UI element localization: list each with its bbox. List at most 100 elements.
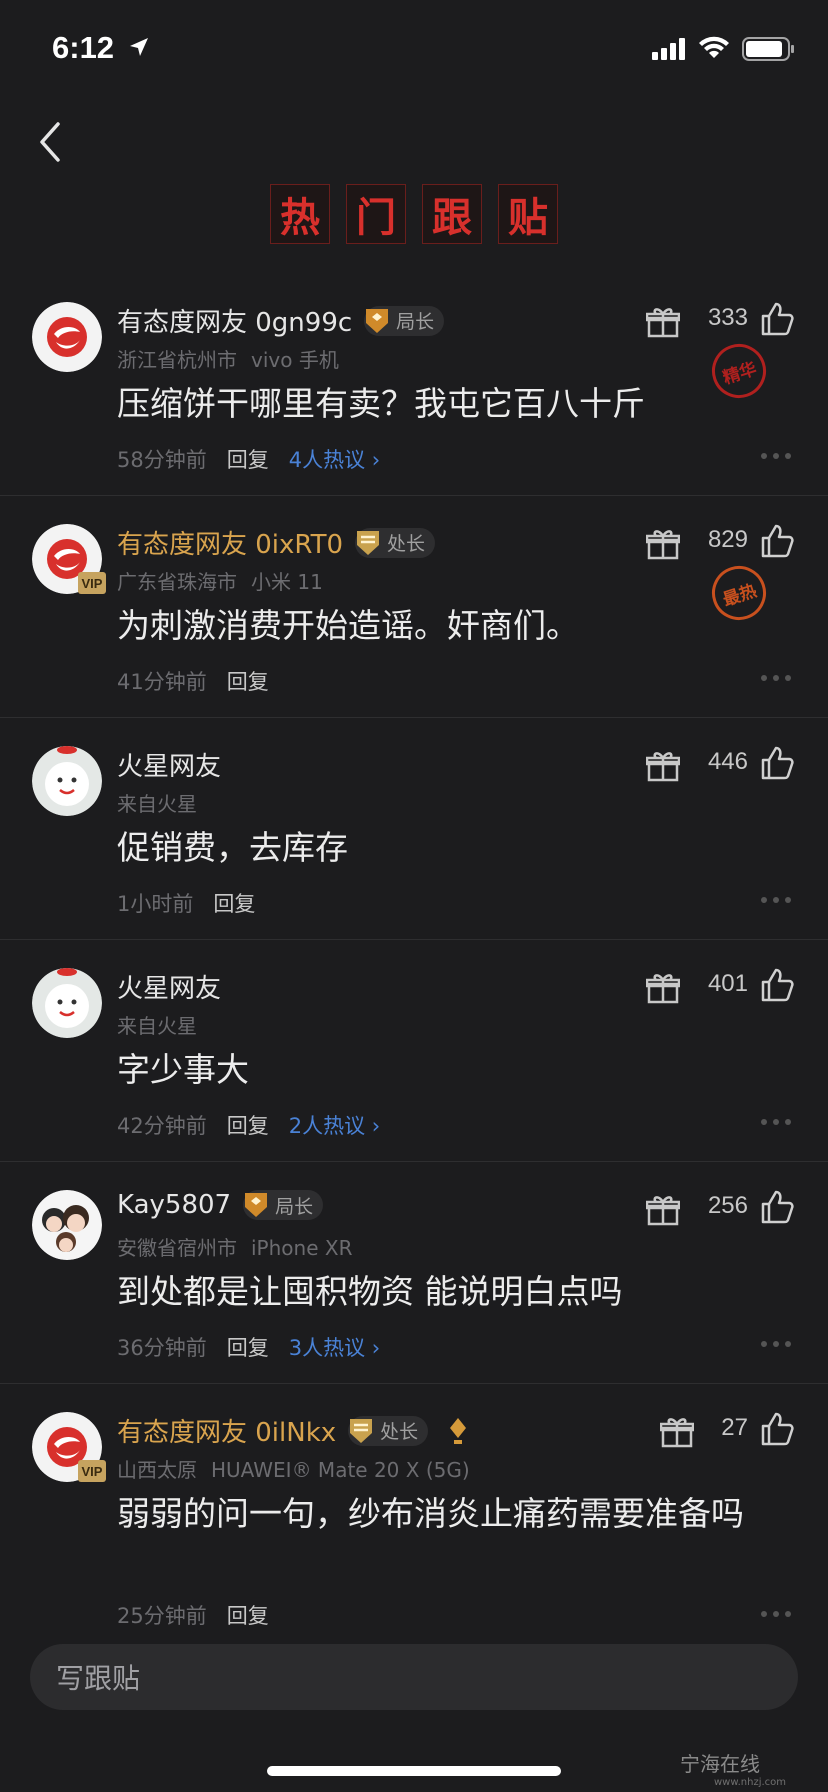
comment-footer: 58分钟前 回复 4人热议 ›: [117, 444, 380, 474]
comment-item: 火星网友 来自火星 促销费，去库存 1小时前 回复 446: [0, 746, 828, 940]
reply-button[interactable]: 回复: [227, 444, 269, 474]
username-text[interactable]: 有态度网友 0ilNkx: [117, 1412, 336, 1449]
page-title-char: 门: [346, 184, 406, 244]
comment-time: 42分钟前: [117, 1114, 207, 1138]
thumbs-up-icon[interactable]: [760, 1412, 794, 1446]
comment-time: 58分钟前: [117, 448, 207, 472]
avatar[interactable]: [32, 1190, 102, 1260]
like-count: 27: [721, 1414, 748, 1441]
comment-item: 火星网友 来自火星 字少事大 42分钟前 回复 2人热议 › 401: [0, 968, 828, 1162]
username-text[interactable]: 火星网友: [117, 968, 221, 1005]
comment-text: 为刺激消费开始造谣。奸商们。: [117, 606, 579, 645]
more-icon[interactable]: [760, 452, 792, 460]
comment-item: Kay5807 局长 安徽省宿州市 iPhone XR 到处都是让囤积物资 能说明…: [0, 1190, 828, 1384]
more-icon[interactable]: [760, 896, 792, 904]
reply-button[interactable]: 回复: [227, 1600, 269, 1630]
rank-label: 局长: [396, 311, 435, 333]
comment-meta: 来自火星: [117, 1010, 211, 1039]
thumbs-up-icon[interactable]: [760, 302, 794, 336]
comment-username[interactable]: 有态度网友 0gn99c 局长: [117, 302, 445, 339]
comment-input[interactable]: 写跟贴: [30, 1644, 798, 1710]
reply-button[interactable]: 回复: [213, 888, 255, 918]
vip-badge: VIP: [78, 1460, 106, 1482]
comment-time: 1小时前: [117, 892, 194, 916]
comment-device: HUAWEI® Mate 20 X (5G): [211, 1458, 470, 1482]
thumbs-up-icon[interactable]: [760, 746, 794, 780]
comment-username[interactable]: 火星网友: [117, 746, 221, 783]
like-count: 256: [707, 1192, 748, 1219]
thumbs-up-icon[interactable]: [760, 968, 794, 1002]
thumbs-up-icon[interactable]: [760, 1190, 794, 1224]
watermark-name: 宁海在线: [680, 1752, 760, 1776]
comment-footer: 1小时前 回复: [117, 888, 255, 918]
comment-time: 25分钟前: [117, 1604, 207, 1628]
comment-device: 小米 11: [251, 570, 323, 594]
rank-shield-icon: [350, 1418, 373, 1443]
comment-meta: 来自火星: [117, 788, 211, 817]
comment-meta: 山西太原 HUAWEI® Mate 20 X (5G): [117, 1454, 484, 1483]
avatar[interactable]: [32, 302, 102, 372]
comment-meta: 浙江省杭州市 vivo 手机: [117, 344, 353, 373]
username-text[interactable]: 有态度网友 0ixRT0: [117, 524, 343, 561]
rank-badge: 处长: [355, 527, 436, 558]
reply-button[interactable]: 回复: [227, 1332, 269, 1362]
comment-location: 来自火星: [117, 792, 197, 816]
more-icon[interactable]: [760, 674, 792, 682]
home-indicator[interactable]: [267, 1766, 561, 1776]
comment-device: vivo 手机: [251, 348, 339, 372]
rank-badge: 局长: [243, 1190, 324, 1220]
comment-username[interactable]: 有态度网友 0ilNkx 处长: [117, 1412, 470, 1449]
gift-icon[interactable]: [646, 528, 680, 560]
back-button[interactable]: [30, 116, 74, 168]
comment-meta: 安徽省宿州市 iPhone XR: [117, 1232, 366, 1261]
watermark: 宁海在线 www.nhzj.com: [680, 1748, 786, 1788]
page-title-char: 热: [270, 184, 330, 244]
gift-icon[interactable]: [646, 306, 680, 338]
rank-label: 局长: [275, 1195, 314, 1218]
watermark-url: www.nhzj.com: [714, 1777, 787, 1788]
page-title: 热 门 跟 贴: [0, 184, 828, 244]
gift-icon[interactable]: [646, 750, 680, 782]
battery-icon: [742, 37, 794, 61]
rank-badge: 处长: [348, 1415, 429, 1446]
hot-discussion-link[interactable]: 4人热议 ›: [289, 444, 380, 474]
avatar[interactable]: [32, 968, 102, 1038]
like-count: 829: [707, 526, 748, 553]
hot-discussion-link[interactable]: 2人热议 ›: [289, 1110, 380, 1140]
status-bar: 6:12: [0, 0, 828, 100]
page-title-char: 跟: [422, 184, 482, 244]
reply-button[interactable]: 回复: [227, 666, 269, 696]
comment-location: 广东省珠海市: [117, 570, 237, 594]
comment-location: 浙江省杭州市: [117, 348, 237, 372]
location-arrow-icon: [130, 38, 148, 56]
comment-username[interactable]: Kay5807 局长: [117, 1190, 324, 1220]
more-icon[interactable]: [760, 1340, 792, 1348]
avatar[interactable]: [32, 746, 102, 816]
rank-shield-icon: [357, 530, 380, 555]
thumbs-up-icon[interactable]: [760, 524, 794, 558]
rank-badge: 局长: [364, 305, 445, 336]
comment-text: 弱弱的问一句，纱布消炎止痛药需要准备吗: [117, 1494, 744, 1533]
trophy-icon: [450, 1417, 467, 1444]
comment-location: 来自火星: [117, 1014, 197, 1038]
rank-shield-icon: [245, 1193, 268, 1217]
reply-button[interactable]: 回复: [227, 1110, 269, 1140]
hot-discussion-link[interactable]: 3人热议 ›: [289, 1332, 380, 1362]
more-icon[interactable]: [760, 1118, 792, 1126]
username-text[interactable]: Kay5807: [117, 1190, 231, 1220]
more-icon[interactable]: [760, 1610, 792, 1618]
comment-footer: 42分钟前 回复 2人热议 ›: [117, 1110, 380, 1140]
comment-item: VIP 有态度网友 0ixRT0 处长 广东省珠海市 小米 11 为刺激消费开始造…: [0, 524, 828, 718]
username-text[interactable]: 火星网友: [117, 746, 221, 783]
username-text[interactable]: 有态度网友 0gn99c: [117, 302, 352, 339]
gift-icon[interactable]: [646, 972, 680, 1004]
comment-item: VIP 有态度网友 0ilNkx 处长 山西太原 HUAWEI® Mate 20 …: [0, 1412, 828, 1632]
comment-username[interactable]: 火星网友: [117, 968, 221, 1005]
comment-item: 有态度网友 0gn99c 局长 浙江省杭州市 vivo 手机 压缩饼干哪里有卖？我…: [0, 302, 828, 496]
rank-label: 处长: [387, 533, 426, 555]
comment-username[interactable]: 有态度网友 0ixRT0 处长: [117, 524, 436, 561]
comment-text: 压缩饼干哪里有卖？我屯它百八十斤: [117, 384, 645, 423]
comment-footer: 36分钟前 回复 3人热议 ›: [117, 1332, 380, 1362]
rank-label: 处长: [380, 1421, 419, 1443]
gift-icon[interactable]: [646, 1194, 680, 1226]
